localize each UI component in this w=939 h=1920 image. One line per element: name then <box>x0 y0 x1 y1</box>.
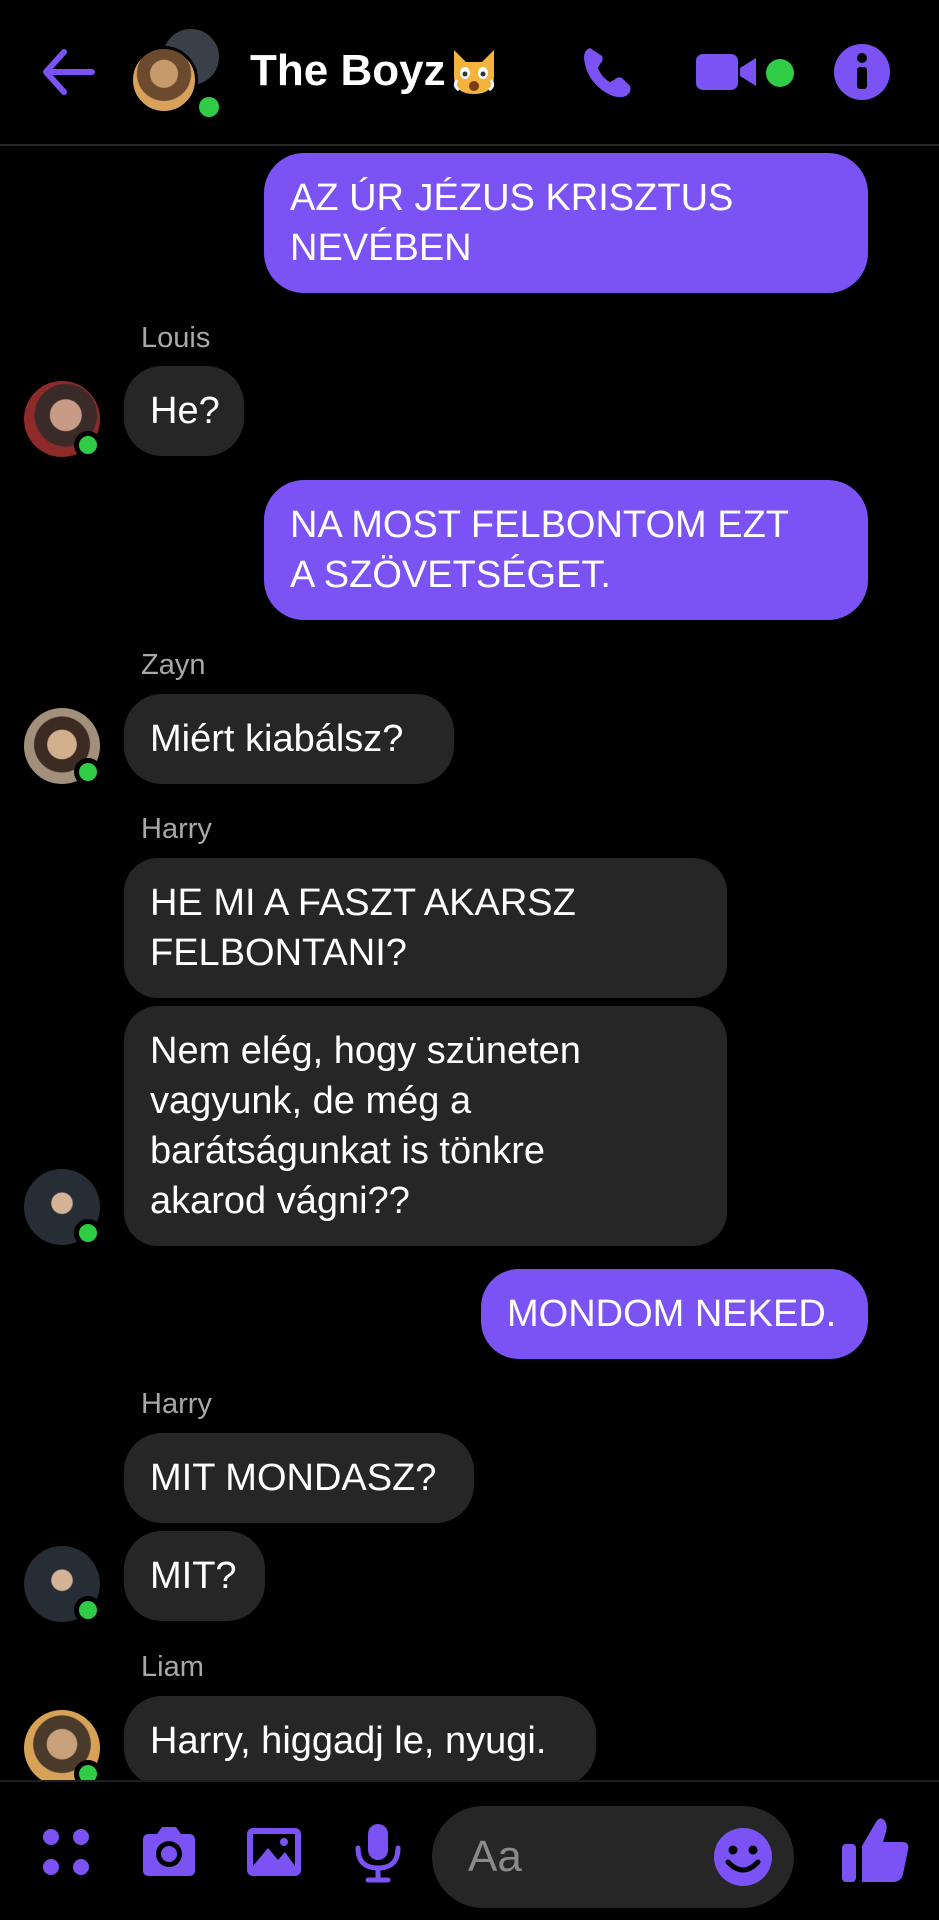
weary-cat-emoji-icon <box>453 50 494 94</box>
incoming-message[interactable]: Nem elég, hogy szüneten vagyunk, de még … <box>124 1006 727 1246</box>
incoming-message[interactable]: Harry, higgadj le, nyugi. <box>124 1696 596 1780</box>
message-text: Nem elég, hogy szüneten <box>150 1030 581 1072</box>
info-icon[interactable] <box>830 40 894 104</box>
sender-name: Zayn <box>141 649 206 681</box>
phone-icon[interactable] <box>576 40 640 104</box>
message-text: akarod vágni?? <box>150 1180 410 1222</box>
chat-title-text: The Boyz <box>250 46 446 95</box>
avatar[interactable] <box>24 1546 102 1624</box>
chat-title[interactable]: The Boyz <box>250 46 500 96</box>
avatar[interactable] <box>24 1710 102 1780</box>
message-text: MIT MONDASZ? <box>150 1457 437 1499</box>
online-indicator <box>74 1219 102 1247</box>
apps-icon[interactable] <box>34 1820 98 1884</box>
incoming-message[interactable]: MIT? <box>124 1531 265 1621</box>
sender-name: Harry <box>141 1388 212 1420</box>
message-text: AZ ÚR JÉZUS KRISZTUS <box>290 177 734 219</box>
message-text: FELBONTANI? <box>150 932 407 974</box>
outgoing-message[interactable]: MONDOM NEKED. <box>481 1269 868 1359</box>
back-arrow-icon[interactable] <box>38 42 98 102</box>
avatar[interactable] <box>24 708 102 786</box>
incoming-message[interactable]: He? <box>124 366 244 456</box>
message-text: barátságunkat is tönkre <box>150 1130 546 1172</box>
incoming-message[interactable]: MIT MONDASZ? <box>124 1433 474 1523</box>
chat-header: The Boyz <box>0 0 939 146</box>
camera-icon[interactable] <box>137 1820 201 1884</box>
outgoing-message[interactable]: AZ ÚR JÉZUS KRISZTUS NEVÉBEN <box>264 153 868 293</box>
video-camera-icon[interactable] <box>694 40 758 104</box>
message-input-placeholder: Aa <box>468 1832 522 1881</box>
emoji-icon[interactable] <box>712 1826 774 1888</box>
sender-name: Harry <box>141 813 212 845</box>
outgoing-message[interactable]: NA MOST FELBONTOM EZT A SZÖVETSÉGET. <box>264 480 868 620</box>
online-indicator <box>74 758 102 786</box>
avatar[interactable] <box>24 381 102 459</box>
incoming-message[interactable]: HE MI A FASZT AKARSZ FELBONTANI? <box>124 858 727 998</box>
online-indicator <box>74 1760 102 1780</box>
message-text: He? <box>150 390 220 432</box>
online-indicator <box>74 1596 102 1624</box>
group-avatar[interactable] <box>130 26 230 122</box>
message-input[interactable]: Aa <box>432 1806 794 1908</box>
sender-name: Liam <box>141 1651 204 1683</box>
thumbs-up-icon[interactable] <box>838 1812 912 1886</box>
group-member-avatar <box>130 46 198 114</box>
gallery-icon[interactable] <box>242 1820 306 1884</box>
message-list[interactable]: AZ ÚR JÉZUS KRISZTUS NEVÉBEN Louis He? N… <box>0 148 939 1780</box>
microphone-icon[interactable] <box>346 1820 410 1884</box>
avatar[interactable] <box>24 1169 102 1247</box>
incoming-message[interactable]: Miért kiabálsz? <box>124 694 454 784</box>
message-composer: Aa <box>0 1780 939 1920</box>
message-text: NA MOST FELBONTOM EZT <box>290 504 789 546</box>
message-text: Harry, higgadj le, nyugi. <box>150 1720 547 1762</box>
message-text: NEVÉBEN <box>290 227 472 269</box>
message-text: MIT? <box>150 1555 237 1597</box>
message-text: vagyunk, de még a <box>150 1080 472 1122</box>
message-text: A SZÖVETSÉGET. <box>290 554 611 596</box>
sender-name: Louis <box>141 322 211 354</box>
online-indicator <box>194 92 224 122</box>
call-active-indicator <box>766 59 794 87</box>
message-text: MONDOM NEKED. <box>507 1293 837 1335</box>
online-indicator <box>74 431 102 459</box>
message-text: Miért kiabálsz? <box>150 718 404 760</box>
message-text: HE MI A FASZT AKARSZ <box>150 882 576 924</box>
